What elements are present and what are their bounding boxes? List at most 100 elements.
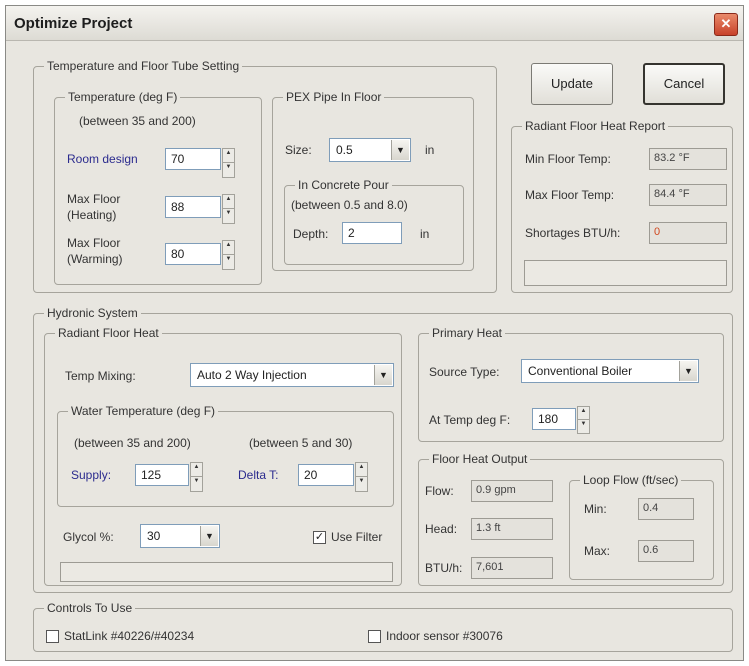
glycol-label: Glycol %: xyxy=(63,530,114,544)
btuh-label: BTU/h: xyxy=(425,561,463,575)
loop-min-label: Min: xyxy=(584,502,607,516)
spin-down-icon[interactable]: ▼ xyxy=(356,477,367,491)
radiant-floor-heat-group: Radiant Floor Heat Temp Mixing: Auto 2 W… xyxy=(44,326,402,586)
update-button[interactable]: Update xyxy=(531,63,613,105)
flow-label: Flow: xyxy=(425,484,454,498)
chevron-down-icon[interactable]: ▼ xyxy=(391,140,409,160)
delta-t-label: Delta T: xyxy=(238,468,279,482)
cancel-button[interactable]: Cancel xyxy=(643,63,725,105)
delta-t-spinner[interactable]: ▲ ▼ xyxy=(355,462,368,492)
room-design-spinner[interactable]: ▲ ▼ xyxy=(222,148,235,178)
shortages-label: Shortages BTU/h: xyxy=(525,226,621,240)
controls-legend: Controls To Use xyxy=(44,601,136,615)
supply-label: Supply: xyxy=(71,468,112,482)
max-heating-input[interactable]: 88 xyxy=(165,196,221,218)
output-legend: Floor Heat Output xyxy=(429,452,531,466)
radiant-status-bar xyxy=(60,562,393,582)
at-temp-label: At Temp deg F: xyxy=(429,413,511,427)
spin-up-icon[interactable]: ▲ xyxy=(191,463,202,477)
glycol-combo[interactable]: 30 ▼ xyxy=(140,524,220,548)
spin-down-icon[interactable]: ▼ xyxy=(223,163,234,177)
glycol-value: 30 xyxy=(147,529,161,543)
close-icon[interactable]: ✕ xyxy=(714,13,738,36)
pex-size-unit: in xyxy=(425,143,435,157)
max-warming-label-1: Max Floor xyxy=(67,236,121,250)
indoor-sensor-label: Indoor sensor #30076 xyxy=(386,629,503,643)
btuh-value: 7,601 xyxy=(471,557,553,579)
pex-size-value: 0.5 xyxy=(336,143,353,157)
spin-up-icon[interactable]: ▲ xyxy=(223,149,234,163)
temp-tube-legend: Temperature and Floor Tube Setting xyxy=(44,59,243,73)
controls-group: Controls To Use StatLink #40226/#40234 I… xyxy=(33,601,733,652)
spin-up-icon[interactable]: ▲ xyxy=(223,195,234,209)
spin-up-icon[interactable]: ▲ xyxy=(578,407,589,420)
at-temp-input[interactable]: 180 xyxy=(532,408,576,430)
spin-down-icon[interactable]: ▼ xyxy=(223,255,234,269)
loop-flow-group: Loop Flow (ft/sec) Min: 0.4 Max: 0.6 xyxy=(569,473,714,580)
at-temp-spinner[interactable]: ▲ ▼ xyxy=(577,406,590,434)
supply-range: (between 35 and 200) xyxy=(74,436,191,450)
max-heating-spinner[interactable]: ▲ ▼ xyxy=(222,194,235,224)
concrete-range: (between 0.5 and 8.0) xyxy=(291,198,408,212)
radiant-legend: Radiant Floor Heat xyxy=(55,326,162,340)
indoor-sensor-checkbox[interactable] xyxy=(368,630,381,643)
floor-heat-output-group: Floor Heat Output Flow: 0.9 gpm Head: 1.… xyxy=(418,452,724,586)
title-bar: Optimize Project ✕ xyxy=(6,6,743,41)
report-group: Radiant Floor Heat Report Min Floor Temp… xyxy=(511,119,733,293)
temperature-group: Temperature (deg F) (between 35 and 200)… xyxy=(54,90,262,285)
loop-max-label: Max: xyxy=(584,544,611,558)
room-design-input[interactable]: 70 xyxy=(165,148,221,170)
loop-flow-legend: Loop Flow (ft/sec) xyxy=(580,473,682,487)
min-floor-temp-label: Min Floor Temp: xyxy=(525,152,611,166)
max-warming-input[interactable]: 80 xyxy=(165,243,221,265)
temp-tube-group: Temperature and Floor Tube Setting Tempe… xyxy=(33,59,497,293)
depth-unit: in xyxy=(420,227,430,241)
pex-size-label: Size: xyxy=(285,143,312,157)
use-filter-checkbox[interactable]: ✓ xyxy=(313,531,326,544)
max-floor-temp-label: Max Floor Temp: xyxy=(525,188,615,202)
loop-max-value: 0.6 xyxy=(638,540,694,562)
temp-mixing-combo[interactable]: Auto 2 Way Injection ▼ xyxy=(190,363,394,387)
max-heating-label-2: (Heating) xyxy=(67,208,117,222)
concrete-legend: In Concrete Pour xyxy=(295,178,392,192)
source-type-combo[interactable]: Conventional Boiler ▼ xyxy=(521,359,699,383)
spin-up-icon[interactable]: ▲ xyxy=(356,463,367,477)
report-legend: Radiant Floor Heat Report xyxy=(522,119,669,133)
depth-input[interactable]: 2 xyxy=(342,222,402,244)
flow-value: 0.9 gpm xyxy=(471,480,553,502)
max-warming-spinner[interactable]: ▲ ▼ xyxy=(222,240,235,270)
use-filter-label: Use Filter xyxy=(331,530,383,544)
primary-legend: Primary Heat xyxy=(429,326,506,340)
pex-group: PEX Pipe In Floor Size: 0.5 ▼ in In Conc… xyxy=(272,90,474,271)
statlink-checkbox[interactable] xyxy=(46,630,59,643)
chevron-down-icon[interactable]: ▼ xyxy=(679,361,697,381)
max-warming-label-2: (Warming) xyxy=(67,252,123,266)
delta-range: (between 5 and 30) xyxy=(249,436,353,450)
spin-down-icon[interactable]: ▼ xyxy=(191,477,202,491)
water-temp-legend: Water Temperature (deg F) xyxy=(68,404,219,418)
statlink-label: StatLink #40226/#40234 xyxy=(64,629,195,643)
supply-input[interactable]: 125 xyxy=(135,464,189,486)
delta-t-input[interactable]: 20 xyxy=(298,464,354,486)
spin-down-icon[interactable]: ▼ xyxy=(223,209,234,223)
temperature-legend: Temperature (deg F) xyxy=(65,90,181,104)
hydronic-legend: Hydronic System xyxy=(44,306,141,320)
pex-size-combo[interactable]: 0.5 ▼ xyxy=(329,138,411,162)
min-floor-temp-value: 83.2 °F xyxy=(649,148,727,170)
loop-min-value: 0.4 xyxy=(638,498,694,520)
hydronic-group: Hydronic System Radiant Floor Heat Temp … xyxy=(33,306,733,593)
chevron-down-icon[interactable]: ▼ xyxy=(200,526,218,546)
spin-down-icon[interactable]: ▼ xyxy=(578,420,589,433)
chevron-down-icon[interactable]: ▼ xyxy=(374,365,392,385)
optimize-project-dialog: Optimize Project ✕ Temperature and Floor… xyxy=(5,5,744,661)
spin-up-icon[interactable]: ▲ xyxy=(223,241,234,255)
room-design-label: Room design xyxy=(67,152,138,166)
temperature-range: (between 35 and 200) xyxy=(79,114,196,128)
pex-legend: PEX Pipe In Floor xyxy=(283,90,385,104)
concrete-group: In Concrete Pour (between 0.5 and 8.0) D… xyxy=(284,178,464,265)
head-value: 1.3 ft xyxy=(471,518,553,540)
head-label: Head: xyxy=(425,522,458,536)
shortages-value: 0 xyxy=(649,222,727,244)
depth-label: Depth: xyxy=(293,227,329,241)
supply-spinner[interactable]: ▲ ▼ xyxy=(190,462,203,492)
